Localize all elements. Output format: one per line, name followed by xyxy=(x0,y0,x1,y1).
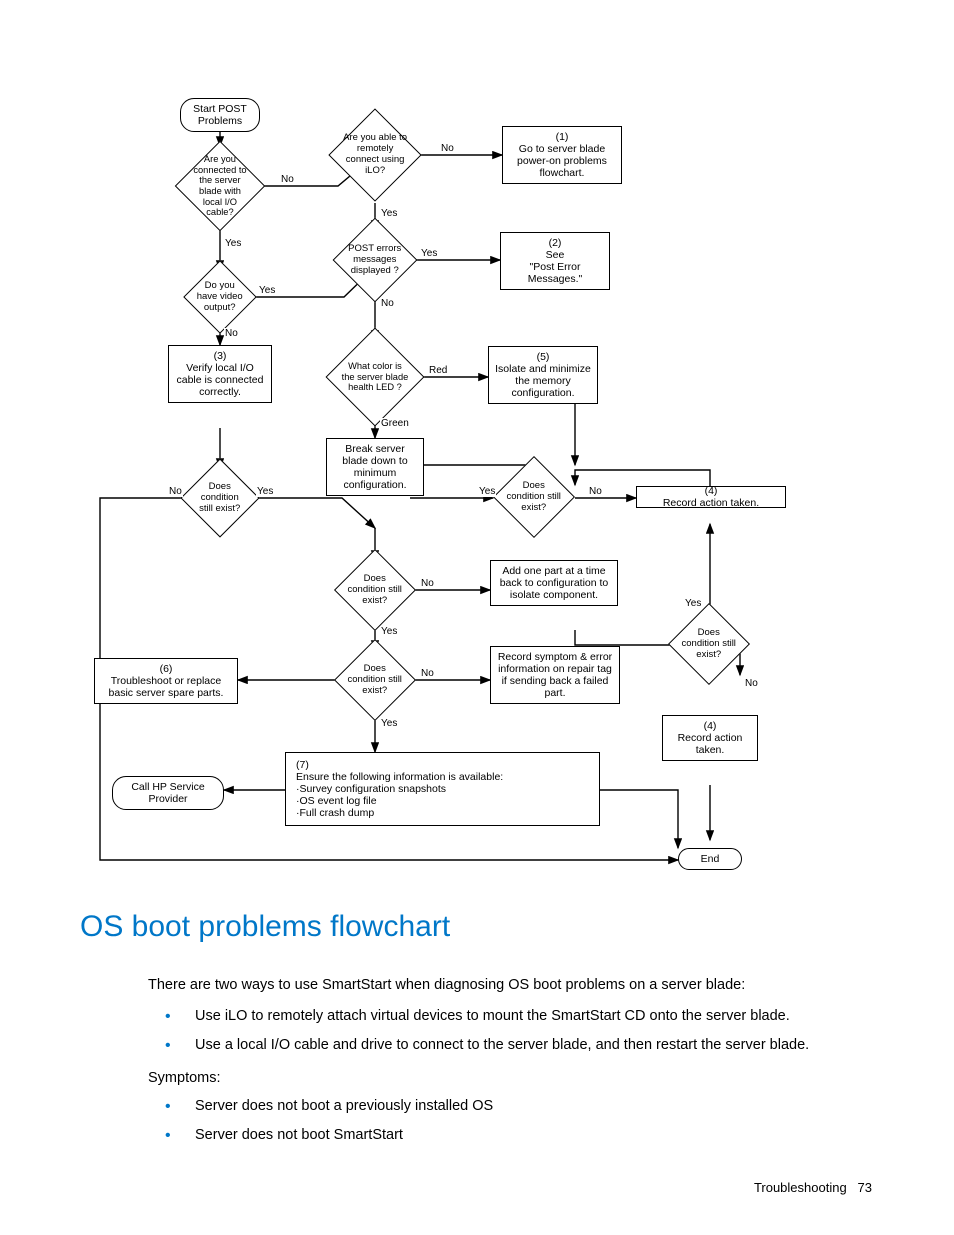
label-no: No xyxy=(588,486,603,497)
label-yes: Yes xyxy=(380,208,398,219)
symptoms-label: Symptoms: xyxy=(148,1068,868,1089)
bullet-text: Use a local I/O cable and drive to conne… xyxy=(195,1037,875,1053)
process-record-symptom: Record symptom & error information on re… xyxy=(490,646,620,704)
label-green: Green xyxy=(380,418,410,429)
label-no: No xyxy=(380,298,395,309)
process-verify-cable: (3) Verify local I/O cable is connected … xyxy=(168,345,272,403)
footer-section: Troubleshooting xyxy=(754,1180,847,1195)
process-troubleshoot: (6) Troubleshoot or replace basic server… xyxy=(94,658,238,704)
end-terminal: End xyxy=(678,848,742,870)
label-no: No xyxy=(440,143,455,154)
label-red: Red xyxy=(428,365,448,376)
bullet-icon: • xyxy=(165,1008,171,1026)
page-footer: Troubleshooting 73 xyxy=(754,1180,872,1195)
start-terminal: Start POST Problems xyxy=(180,98,260,132)
bullet-icon: • xyxy=(165,1098,171,1116)
intro-paragraph: There are two ways to use SmartStart whe… xyxy=(148,975,868,996)
process-record-action-a: (4) Record action taken. xyxy=(636,486,786,508)
process-post-messages: (2) See "Post Error Messages." xyxy=(500,232,610,290)
label-yes: Yes xyxy=(256,486,274,497)
label-yes: Yes xyxy=(380,626,398,637)
process-record-action-b: (4) Record action taken. xyxy=(662,715,758,761)
label-no: No xyxy=(224,328,239,339)
process-isolate-memory: (5) Isolate and minimize the memory conf… xyxy=(488,346,598,404)
process-poweron-flowchart: (1) Go to server blade power-on problems… xyxy=(502,126,622,184)
label-yes: Yes xyxy=(258,285,276,296)
bullet-icon: • xyxy=(165,1127,171,1145)
label-no: No xyxy=(420,578,435,589)
label-no: No xyxy=(420,668,435,679)
label-yes: Yes xyxy=(478,486,496,497)
process-ensure-info: (7) Ensure the following information is … xyxy=(285,752,600,826)
bullet-text: Use iLO to remotely attach virtual devic… xyxy=(195,1008,875,1024)
process-add-one-part: Add one part at a time back to configura… xyxy=(490,560,618,606)
label-yes: Yes xyxy=(684,598,702,609)
label-yes: Yes xyxy=(420,248,438,259)
call-hp-terminal: Call HP Service Provider xyxy=(112,776,224,810)
label-no: No xyxy=(744,678,759,689)
label-yes: Yes xyxy=(224,238,242,249)
bullet-icon: • xyxy=(165,1037,171,1055)
label-no: No xyxy=(168,486,183,497)
section-heading: OS boot problems flowchart xyxy=(80,910,450,944)
bullet-text: Server does not boot SmartStart xyxy=(195,1127,875,1143)
label-no: No xyxy=(280,174,295,185)
footer-page-number: 73 xyxy=(858,1180,872,1195)
post-problems-flowchart: Start POST Problems Are you connected to… xyxy=(80,90,800,875)
label-yes: Yes xyxy=(380,718,398,729)
bullet-text: Server does not boot a previously instal… xyxy=(195,1098,875,1114)
process-break-down: Break server blade down to minimum confi… xyxy=(326,438,424,496)
